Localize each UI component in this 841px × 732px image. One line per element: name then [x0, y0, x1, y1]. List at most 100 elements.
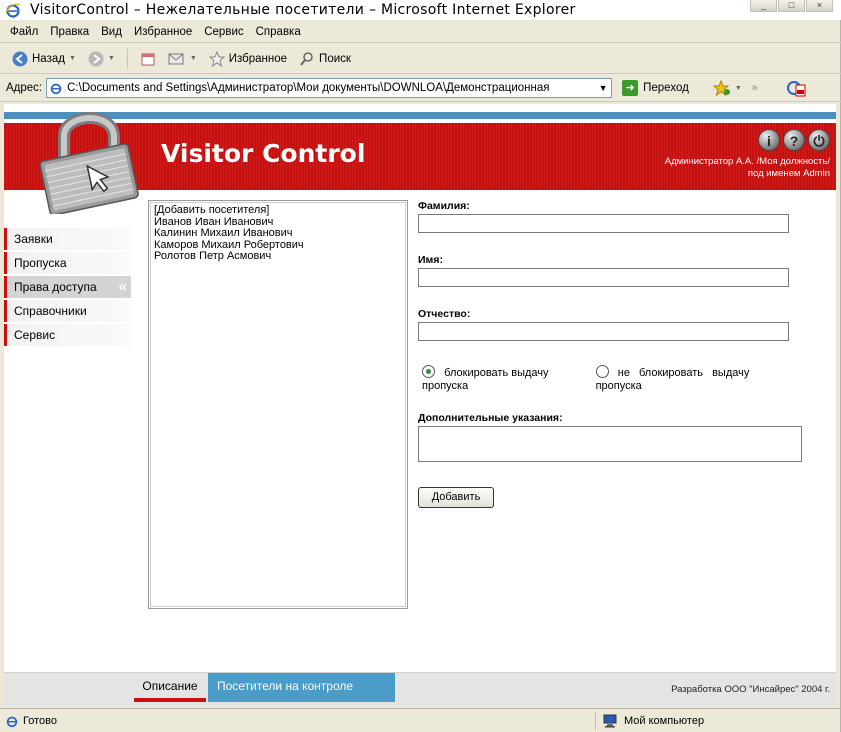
list-item[interactable]: Калинин Михаил Иванович: [154, 227, 402, 240]
patronymic-group: Отчество:: [418, 308, 808, 341]
notes-textarea[interactable]: [418, 426, 802, 462]
power-icon[interactable]: ⏻: [808, 129, 830, 151]
forward-button[interactable]: ▼: [84, 47, 119, 71]
favorites-button[interactable]: Избранное: [205, 47, 291, 71]
list-item-add-visitor[interactable]: [Добавить посетителя]: [154, 204, 402, 217]
notes-group: Дополнительные указания:: [418, 412, 808, 462]
block-radio-group: блокировать выдачу пропуска не блокирова…: [418, 365, 802, 393]
mail-icon: [168, 53, 184, 64]
toolbar: Назад ▼ ▼ ▼ Избранное Поиск: [0, 44, 841, 74]
address-dropdown-icon[interactable]: ▼: [595, 79, 612, 97]
menu-favorites[interactable]: Избранное: [128, 26, 198, 38]
window-title: VisitorControl – Нежелательные посетител…: [30, 2, 576, 18]
browser-window: VisitorControl – Нежелательные посетител…: [0, 0, 841, 732]
ie-logo-icon: [5, 3, 21, 18]
address-value: C:\Documents and Settings\Администратор\…: [67, 82, 550, 94]
page-icon: [50, 83, 62, 95]
patronymic-input[interactable]: [418, 322, 789, 341]
nav-item-service[interactable]: Сервис: [4, 324, 131, 346]
surname-input[interactable]: [418, 214, 789, 233]
maximize-button[interactable]: □: [778, 0, 805, 12]
computer-icon: [603, 714, 617, 727]
page-status-icon: [6, 716, 18, 727]
surname-group: Фамилия:: [418, 200, 808, 233]
menu-bar: Файл Правка Вид Избранное Сервис Справка: [0, 21, 841, 43]
toolbar-separator: [126, 48, 128, 69]
back-dropdown-icon[interactable]: ▼: [69, 55, 76, 62]
info-icon[interactable]: i: [758, 129, 780, 151]
menu-edit[interactable]: Правка: [44, 26, 95, 38]
nav-item-label: Пропуска: [14, 256, 67, 270]
list-item[interactable]: Ролотов Петр Асмович: [154, 250, 402, 263]
menu-file[interactable]: Файл: [4, 26, 44, 38]
mail-dropdown-icon[interactable]: ▼: [190, 55, 197, 62]
nav-item-label: Заявки: [14, 232, 53, 246]
status-bar: Готово Мой компьютер: [0, 708, 841, 732]
zone-text: Мой компьютер: [624, 714, 705, 727]
back-label: Назад: [32, 52, 65, 65]
history-button[interactable]: [136, 47, 160, 71]
go-arrow-icon: ➜: [622, 80, 639, 96]
user-name: Администратор А.А. /Моя должность/: [664, 156, 830, 167]
minimize-button[interactable]: _: [750, 0, 777, 12]
user-info: Администратор А.А. /Моя должность/ под и…: [665, 156, 830, 180]
back-arrow-icon: [12, 51, 28, 66]
padlock-logo-icon: [39, 112, 139, 214]
nav-item-label: Сервис: [14, 328, 56, 342]
calendar-icon: [141, 53, 155, 65]
nav-item-requests[interactable]: Заявки: [4, 228, 131, 250]
header-icons: i ? ⏻: [758, 129, 830, 151]
status-zone: Мой компьютер: [595, 711, 705, 730]
radio-block[interactable]: [422, 365, 435, 378]
tab-controlled-visitors[interactable]: Посетители на контроле: [208, 673, 395, 702]
radio-block-option[interactable]: блокировать выдачу пропуска: [422, 365, 596, 393]
tab-description[interactable]: Описание: [134, 673, 206, 702]
address-input[interactable]: C:\Documents and Settings\Администратор\…: [46, 78, 613, 98]
radio-noblock[interactable]: [595, 365, 609, 378]
page-viewport: Visitor Control i ? ⏻ Администратор А.А.…: [4, 104, 836, 706]
user-login: под именем Admin: [747, 168, 830, 179]
left-navigation: Заявки Пропуска Права доступа « Справочни…: [4, 228, 131, 348]
app-title: Visitor Control: [161, 139, 366, 168]
help-icon[interactable]: ?: [783, 129, 805, 151]
add-button[interactable]: Добавить: [418, 487, 494, 508]
name-input[interactable]: [418, 268, 789, 287]
name-label: Имя:: [418, 254, 443, 266]
patronymic-label: Отчество:: [418, 308, 471, 320]
menu-tools[interactable]: Сервис: [198, 26, 249, 38]
toolbar-chevron-icon[interactable]: »: [752, 82, 758, 94]
back-button[interactable]: Назад ▼: [8, 47, 80, 71]
radio-block-label: блокировать выдачу пропуска: [422, 367, 549, 392]
nav-item-passes[interactable]: Пропуска: [4, 252, 131, 274]
name-group: Имя:: [418, 254, 808, 287]
go-label: Переход: [643, 82, 689, 94]
mail-button[interactable]: ▼: [164, 47, 201, 71]
favorites-add-dropdown-icon[interactable]: ▼: [735, 85, 742, 92]
search-label: Поиск: [319, 52, 351, 65]
surname-label: Фамилия:: [418, 200, 470, 212]
nav-item-directories[interactable]: Справочники: [4, 300, 131, 322]
menu-view[interactable]: Вид: [95, 26, 128, 38]
nav-item-access-rights[interactable]: Права доступа «: [4, 276, 131, 298]
address-label: Адрес:: [6, 82, 43, 94]
title-bar: VisitorControl – Нежелательные посетител…: [0, 0, 841, 20]
close-button[interactable]: ×: [806, 0, 833, 12]
radio-noblock-label: не блокировать выдачу пропуска: [595, 367, 750, 392]
radio-noblock-option[interactable]: не блокировать выдачу пропуска: [595, 365, 802, 393]
status-text: Готово: [23, 714, 57, 727]
favorites-label: Избранное: [228, 52, 288, 65]
visitors-listbox[interactable]: [Добавить посетителя] Иванов Иван Иванов…: [148, 200, 408, 609]
search-icon: [300, 51, 313, 66]
nav-item-label: Справочники: [14, 304, 87, 318]
favorites-add-button[interactable]: ▼: [709, 76, 746, 100]
menu-help[interactable]: Справка: [250, 26, 307, 38]
status-left: Готово: [0, 714, 595, 728]
go-button[interactable]: ➜ Переход: [622, 80, 689, 96]
forward-dropdown-icon[interactable]: ▼: [108, 55, 115, 62]
nav-item-label: Права доступа: [14, 280, 97, 294]
page-footer: Описание Посетители на контроле Разработ…: [4, 672, 836, 706]
search-button[interactable]: Поиск: [295, 47, 355, 71]
pdf-icon[interactable]: [786, 79, 806, 97]
add-favorite-star-icon: [712, 80, 730, 96]
star-icon: [208, 50, 225, 67]
